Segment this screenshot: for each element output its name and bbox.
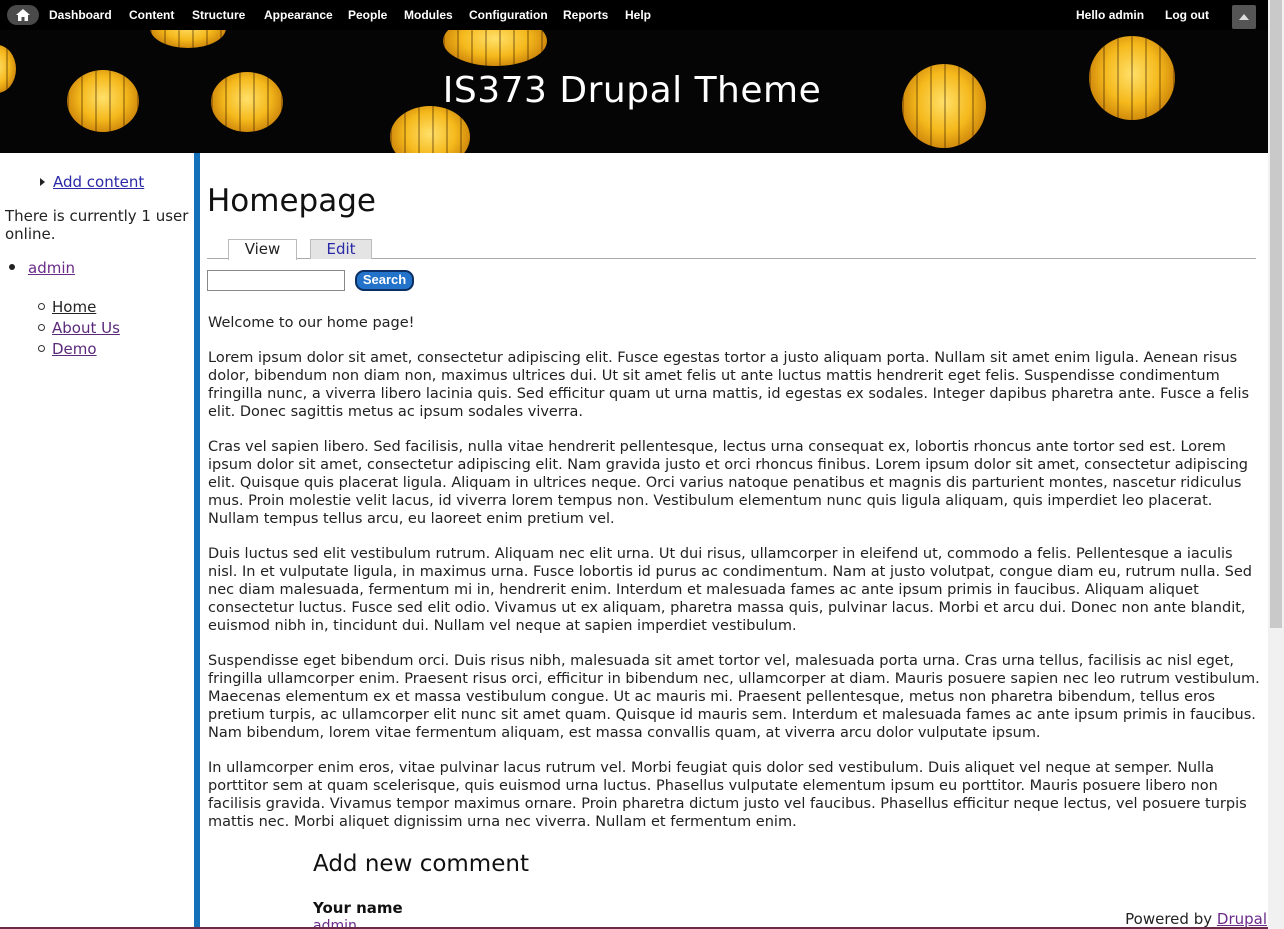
- add-content-item: Add content: [40, 173, 144, 191]
- menu-item-demo: Demo: [38, 339, 120, 360]
- powered-by: Powered by Drupal: [1121, 910, 1267, 928]
- menu-item-home: Home: [38, 297, 120, 318]
- menu-link-home[interactable]: Home: [52, 298, 96, 316]
- add-content-link[interactable]: Add content: [53, 173, 144, 191]
- lantern-image: [150, 30, 226, 48]
- toolbar-modules[interactable]: Modules: [404, 8, 453, 22]
- body-paragraph: Welcome to our home page!: [208, 315, 415, 331]
- lantern-image: [390, 106, 470, 153]
- circle-bullet-icon: [38, 324, 45, 331]
- menu-link-about[interactable]: About Us: [52, 319, 120, 337]
- logout-link[interactable]: Log out: [1165, 8, 1209, 22]
- toolbar-configuration[interactable]: Configuration: [469, 8, 548, 22]
- circle-bullet-icon: [38, 345, 45, 352]
- hello-prefix: Hello: [1076, 8, 1106, 22]
- home-icon: [16, 9, 30, 21]
- main-menu: Home About Us Demo: [38, 297, 120, 360]
- search-input[interactable]: [207, 270, 345, 291]
- menu-link-demo[interactable]: Demo: [52, 340, 97, 358]
- local-tasks: View Edit: [207, 239, 1256, 260]
- body-paragraph: Suspendisse eget bibendum orci. Duis ris…: [208, 653, 1260, 741]
- toolbar-content[interactable]: Content: [129, 8, 174, 22]
- site-title[interactable]: IS373 Drupal Theme: [0, 70, 1264, 111]
- toolbar-reports[interactable]: Reports: [563, 8, 608, 22]
- circle-bullet-icon: [38, 303, 45, 310]
- toolbar-drawer-toggle[interactable]: [1232, 5, 1256, 29]
- scrollbar-thumb[interactable]: [1270, 0, 1282, 628]
- tab-view[interactable]: View: [228, 239, 297, 260]
- bullet-icon: [9, 264, 15, 270]
- triangle-right-icon: [40, 178, 45, 186]
- lantern-image: [443, 30, 547, 66]
- home-button[interactable]: [7, 5, 39, 25]
- toolbar-help[interactable]: Help: [625, 8, 651, 22]
- drupal-link[interactable]: Drupal: [1217, 910, 1267, 928]
- page-title: Homepage: [207, 183, 376, 219]
- hello-user: Hello admin: [1076, 8, 1144, 22]
- online-user-item: admin: [9, 259, 75, 277]
- node-body: Welcome to our home page! Lorem ipsum do…: [208, 314, 1260, 848]
- site-header: IS373 Drupal Theme: [0, 30, 1268, 153]
- toolbar-structure[interactable]: Structure: [192, 8, 245, 22]
- search-button[interactable]: Search: [355, 270, 414, 291]
- body-paragraph: In ullamcorper enim eros, vitae pulvinar…: [208, 760, 1247, 830]
- who-is-online-text: There is currently 1 user online.: [5, 207, 189, 243]
- toolbar-dashboard[interactable]: Dashboard: [49, 8, 112, 22]
- your-name-label: Your name: [313, 899, 403, 917]
- sidebar-divider: [194, 153, 200, 929]
- hello-username[interactable]: admin: [1109, 8, 1144, 22]
- toolbar-appearance[interactable]: Appearance: [264, 8, 333, 22]
- powered-by-text: Powered by: [1125, 910, 1213, 928]
- body-paragraph: Cras vel sapien libero. Sed facilisis, n…: [208, 439, 1248, 527]
- comment-heading: Add new comment: [313, 851, 529, 877]
- toolbar-people[interactable]: People: [348, 8, 387, 22]
- body-paragraph: Lorem ipsum dolor sit amet, consectetur …: [208, 350, 1250, 420]
- menu-item-about: About Us: [38, 318, 120, 339]
- online-user-link[interactable]: admin: [28, 259, 75, 277]
- body-paragraph: Duis luctus sed elit vestibulum rutrum. …: [208, 546, 1252, 634]
- tab-edit[interactable]: Edit: [310, 239, 372, 259]
- admin-toolbar: Dashboard Content Structure Appearance P…: [0, 0, 1268, 30]
